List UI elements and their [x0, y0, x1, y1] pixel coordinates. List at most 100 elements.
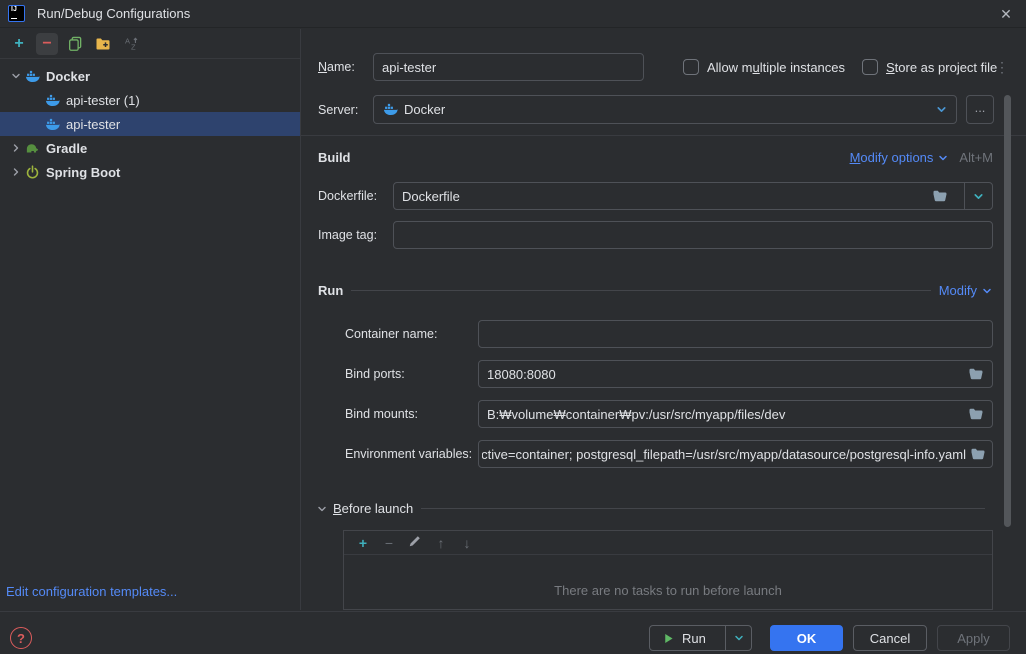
edit-configuration-templates-link[interactable]: Edit configuration templates... [6, 584, 177, 599]
chevron-right-icon[interactable] [8, 142, 24, 154]
modify-options-link[interactable]: Modify options [850, 150, 934, 165]
spring-boot-power-icon [24, 164, 40, 180]
run-options-dropdown-button[interactable] [725, 626, 751, 650]
before-launch-empty-text: There are no tasks to run before launch [554, 583, 782, 598]
help-button[interactable]: ? [10, 627, 32, 649]
name-input[interactable]: api-tester [373, 53, 644, 81]
question-mark-icon: ? [17, 630, 25, 646]
tree-item-gradle[interactable]: Gradle [0, 136, 300, 160]
dockerfile-combobox[interactable]: Dockerfile [393, 182, 993, 210]
build-section-header: Build [318, 150, 351, 165]
checkbox-icon[interactable] [683, 59, 699, 75]
allow-multiple-instances-checkbox[interactable]: Allow multiple instances [683, 59, 845, 75]
gradle-icon [24, 140, 40, 156]
move-task-down-button[interactable]: ↓ [458, 535, 476, 551]
tree-item-api-tester-1[interactable]: api-tester (1) [0, 88, 300, 112]
folder-icon[interactable] [970, 446, 986, 462]
before-launch-toolbar: + − ↑ ↓ [344, 531, 992, 555]
new-folder-button[interactable] [92, 33, 114, 55]
cancel-button[interactable]: Cancel [853, 625, 927, 651]
add-task-button[interactable]: + [354, 535, 372, 551]
copy-configuration-button[interactable] [64, 33, 86, 55]
tree-item-spring-boot[interactable]: Spring Boot [0, 160, 300, 184]
environment-variables-label: Environment variables: [345, 447, 473, 461]
sort-configurations-button[interactable]: AZ [120, 33, 142, 55]
chevron-right-icon[interactable] [8, 166, 24, 178]
minus-icon: − [42, 34, 52, 52]
ellipsis-icon: ... [974, 99, 986, 115]
header-rule [421, 508, 985, 509]
checkbox-icon[interactable] [862, 59, 878, 75]
remove-task-button[interactable]: − [380, 535, 398, 551]
apply-button-disabled[interactable]: Apply [937, 625, 1010, 651]
tree-item-api-tester-selected[interactable]: api-tester [0, 112, 300, 136]
remove-configuration-button[interactable]: − [36, 32, 58, 55]
chevron-down-icon[interactable] [8, 70, 24, 82]
plus-icon: + [14, 34, 24, 52]
copy-icon [67, 36, 83, 52]
tree-item-label: api-tester [66, 116, 121, 132]
folder-icon[interactable] [968, 406, 984, 422]
chevron-down-icon[interactable] [316, 503, 328, 515]
edit-task-button[interactable] [406, 534, 424, 551]
folder-icon[interactable] [932, 188, 948, 204]
dialog-footer: ? Run OK Cancel Apply [0, 611, 1026, 654]
close-icon: ✕ [1000, 5, 1012, 22]
close-button[interactable]: ✕ [994, 3, 1018, 25]
run-section-header: Run [318, 283, 344, 298]
pencil-icon [408, 535, 422, 551]
bind-ports-label: Bind ports: [345, 367, 405, 381]
image-tag-label: Image tag: [318, 228, 378, 242]
header-rule [351, 290, 931, 291]
configuration-form: Name: api-tester Allow multiple instance… [301, 29, 1026, 610]
svg-text:A: A [124, 37, 129, 46]
name-label: Name: [318, 60, 355, 74]
image-tag-input[interactable] [393, 221, 993, 249]
container-name-label: Container name: [345, 327, 438, 341]
bind-ports-input[interactable]: 18080:8080 [478, 360, 993, 388]
run-section-header-row: Run Modify [318, 283, 993, 298]
tree-item-label: api-tester (1) [66, 92, 140, 108]
dialog-title: Run/Debug Configurations [37, 6, 191, 21]
ok-button[interactable]: OK [770, 625, 843, 651]
before-launch-header-row: Before launch [316, 501, 993, 516]
vertical-scrollbar[interactable] [1004, 95, 1011, 527]
new-folder-icon [95, 36, 111, 52]
before-launch-task-list: + − ↑ ↓ There are no tasks to run before… [343, 530, 993, 610]
tree-item-label: Docker [46, 68, 91, 84]
server-label: Server: [318, 103, 359, 117]
kebab-menu-icon[interactable]: ⋮ [995, 59, 1009, 76]
chevron-down-icon[interactable] [937, 152, 949, 164]
chevron-down-icon [935, 103, 948, 116]
tree-item-label: Gradle [46, 140, 88, 156]
titlebar: IJ Run/Debug Configurations ✕ [0, 0, 1026, 28]
sidebar-toolbar: + − AZ [0, 29, 300, 59]
container-name-input[interactable] [478, 320, 993, 348]
before-launch-header: Before launch [333, 501, 414, 516]
run-button[interactable]: Run [649, 625, 752, 651]
bind-mounts-label: Bind mounts: [345, 407, 418, 421]
environment-variables-input[interactable]: es_active=container; postgresql_filepath… [478, 440, 993, 468]
configuration-tree: Docker api-tester (1) api-tester Gradle … [0, 64, 300, 184]
play-icon [660, 630, 676, 646]
store-as-project-file-checkbox[interactable]: Store as project file [862, 59, 997, 75]
run-button-label: Run [682, 630, 706, 646]
run-modify-link[interactable]: Modify [939, 283, 977, 298]
move-task-up-button[interactable]: ↑ [432, 535, 450, 551]
docker-icon [44, 92, 60, 108]
modify-options-shortcut: Alt+M [959, 150, 993, 165]
server-select[interactable]: Docker [373, 95, 957, 124]
docker-icon [24, 68, 40, 84]
tree-item-docker[interactable]: Docker [0, 64, 300, 88]
add-configuration-button[interactable]: + [8, 33, 30, 55]
chevron-down-icon[interactable] [981, 285, 993, 297]
folder-icon[interactable] [968, 366, 984, 382]
server-browse-button[interactable]: ... [966, 95, 994, 124]
dockerfile-dropdown-button[interactable] [964, 183, 992, 209]
docker-icon [382, 102, 398, 118]
bind-mounts-input[interactable]: B:₩volume₩container₩pv:/usr/src/myapp/fi… [478, 400, 993, 428]
section-separator [301, 135, 1026, 136]
sort-az-icon: AZ [123, 36, 139, 52]
svg-text:Z: Z [131, 43, 136, 51]
build-modify-options: Modify options Alt+M [850, 150, 993, 165]
